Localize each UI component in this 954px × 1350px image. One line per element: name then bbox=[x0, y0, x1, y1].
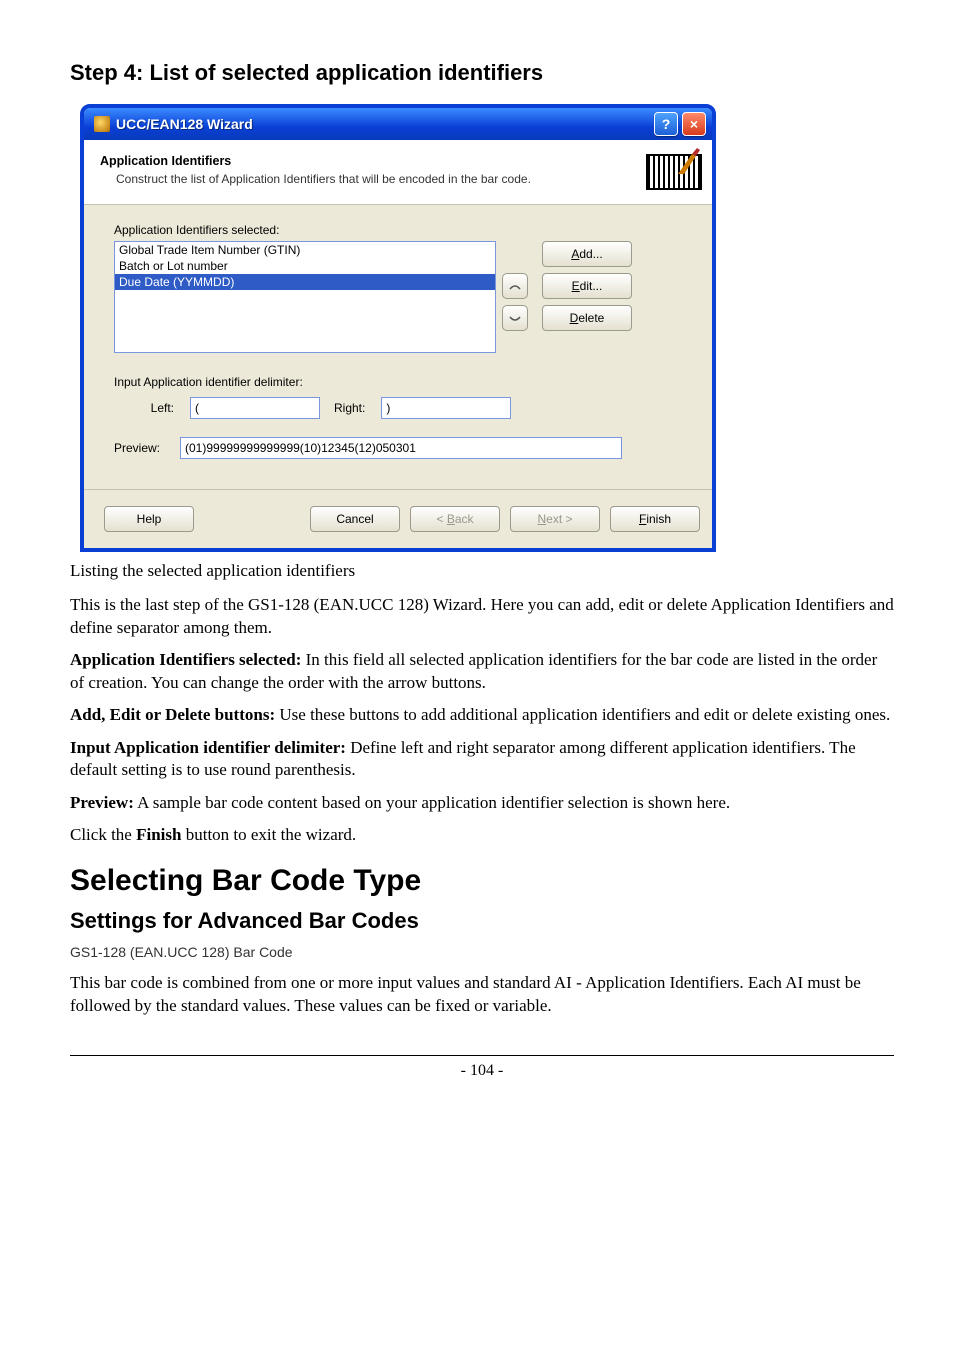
wizard-footer: Help Cancel < Back Next > Finish bbox=[84, 490, 712, 548]
paragraph: Input Application identifier delimiter: … bbox=[70, 737, 894, 782]
brush-icon bbox=[676, 146, 702, 176]
wizard-dialog: UCC/EAN128 Wizard ? × Application Identi… bbox=[80, 104, 716, 552]
paragraph: Add, Edit or Delete buttons: Use these b… bbox=[70, 704, 894, 726]
wizard-header-pane: Application Identifiers Construct the li… bbox=[84, 140, 712, 205]
cancel-button[interactable]: Cancel bbox=[310, 506, 400, 532]
list-item[interactable]: Global Trade Item Number (GTIN) bbox=[115, 242, 495, 258]
preview-label: Preview: bbox=[114, 441, 160, 455]
paragraph: Click the Finish button to exit the wiza… bbox=[70, 824, 894, 846]
right-label: Right: bbox=[334, 401, 365, 415]
page-number: - 104 - bbox=[70, 1055, 894, 1080]
move-up-button[interactable] bbox=[502, 273, 528, 299]
left-label: Left: bbox=[114, 401, 174, 415]
window-title: UCC/EAN128 Wizard bbox=[116, 116, 650, 132]
list-item[interactable]: Batch or Lot number bbox=[115, 258, 495, 274]
delimiter-label: Input Application identifier delimiter: bbox=[114, 375, 692, 389]
paragraph: Preview: A sample bar code content based… bbox=[70, 792, 894, 814]
next-button: Next > bbox=[510, 506, 600, 532]
edit-button[interactable]: Edit... bbox=[542, 273, 632, 299]
right-delimiter-input[interactable]: ) bbox=[381, 397, 511, 419]
delete-button[interactable]: Delete bbox=[542, 305, 632, 331]
titlebar: UCC/EAN128 Wizard ? × bbox=[84, 108, 712, 140]
wizard-header-title: Application Identifiers bbox=[100, 154, 638, 168]
wizard-header-subtitle: Construct the list of Application Identi… bbox=[116, 172, 638, 186]
selected-label: Application Identifiers selected: bbox=[114, 223, 692, 237]
list-item-selected[interactable]: Due Date (YYMMDD) bbox=[115, 274, 495, 290]
paragraph: Application Identifiers selected: In thi… bbox=[70, 649, 894, 694]
titlebar-help-button[interactable]: ? bbox=[654, 112, 678, 136]
add-button[interactable]: Add... bbox=[542, 241, 632, 267]
chevron-up-icon bbox=[509, 279, 521, 294]
move-down-button[interactable] bbox=[502, 305, 528, 331]
finish-button[interactable]: Finish bbox=[610, 506, 700, 532]
step-heading: Step 4: List of selected application ide… bbox=[70, 60, 894, 86]
topic-heading: GS1-128 (EAN.UCC 128) Bar Code bbox=[70, 944, 894, 960]
figure-caption: Listing the selected application identif… bbox=[70, 560, 894, 582]
titlebar-close-button[interactable]: × bbox=[682, 112, 706, 136]
wizard-logo bbox=[646, 150, 700, 190]
identifiers-listbox[interactable]: Global Trade Item Number (GTIN) Batch or… bbox=[114, 241, 496, 353]
paragraph: This is the last step of the GS1-128 (EA… bbox=[70, 594, 894, 639]
subsection-heading: Settings for Advanced Bar Codes bbox=[70, 908, 894, 934]
paragraph: This bar code is combined from one or mo… bbox=[70, 972, 894, 1017]
help-button[interactable]: Help bbox=[104, 506, 194, 532]
chevron-down-icon bbox=[509, 311, 521, 326]
back-button: < Back bbox=[410, 506, 500, 532]
preview-field[interactable]: (01)99999999999999(10)12345(12)050301 bbox=[180, 437, 622, 459]
app-icon bbox=[94, 116, 110, 132]
section-heading: Selecting Bar Code Type bbox=[70, 864, 894, 898]
left-delimiter-input[interactable]: ( bbox=[190, 397, 320, 419]
